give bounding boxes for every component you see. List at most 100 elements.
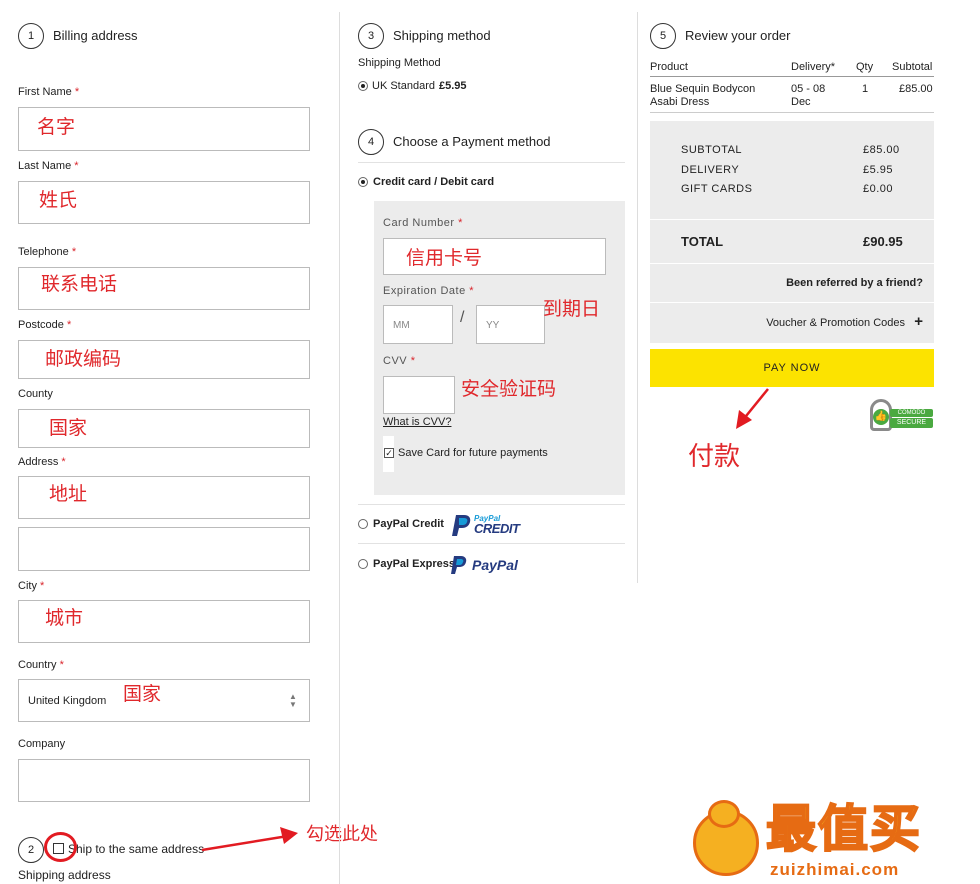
paypal-p-icon xyxy=(452,515,471,536)
payment-divider-3 xyxy=(358,543,625,544)
shipping-option-name: UK Standard xyxy=(372,80,435,92)
paypal-credit-logo-bottom: CREDIT xyxy=(474,521,520,536)
step-5-circle: 5 xyxy=(650,23,676,49)
item-qty: 1 xyxy=(862,83,869,95)
first-name-label: First Name * xyxy=(18,86,80,98)
col-header-delivery: Delivery* xyxy=(791,61,836,73)
telephone-input[interactable]: 联系电话 xyxy=(18,267,310,310)
watermark-domain: zuizhimai.com xyxy=(770,860,900,879)
item-subtotal: £85.00 xyxy=(899,83,933,95)
total-label: TOTAL xyxy=(681,234,724,249)
step-1-circle: 1 xyxy=(18,23,44,49)
watermark-brand: 最值买 xyxy=(765,799,922,859)
comodo-secure-badge: 👍 COMODO SECURE xyxy=(870,397,934,433)
billing-title: Billing address xyxy=(53,28,138,43)
address-note: 地址 xyxy=(49,483,88,505)
pay-note: 付款 xyxy=(688,442,741,472)
telephone-note: 联系电话 xyxy=(41,273,118,295)
plus-icon[interactable]: + xyxy=(914,313,923,330)
address-line1-input[interactable]: 地址 xyxy=(18,476,310,519)
col-header-subtotal: Subtotal xyxy=(892,61,933,73)
highlight-circle xyxy=(44,832,77,862)
telephone-label: Telephone * xyxy=(18,246,77,258)
card-number-label: Card Number * xyxy=(383,217,463,229)
county-label: County xyxy=(18,388,53,400)
save-card-checkbox[interactable]: ✓ xyxy=(384,448,394,458)
card-number-note: 信用卡号 xyxy=(406,247,483,269)
gourd-top-icon xyxy=(708,800,740,828)
shipping-option-price: £5.95 xyxy=(438,80,467,92)
step-4-circle: 4 xyxy=(358,129,384,155)
thumbs-up-icon: 👍 xyxy=(873,409,889,425)
county-input[interactable]: 国家 xyxy=(18,409,310,448)
city-note: 城市 xyxy=(45,607,84,629)
shipping-option-uk-standard[interactable]: UK Standard £5.95 xyxy=(358,80,467,92)
item-product[interactable]: Blue Sequin Bodycon Asabi Dress xyxy=(650,83,785,109)
city-input[interactable]: 城市 xyxy=(18,600,310,643)
address-line2-input[interactable] xyxy=(18,527,310,571)
cvv-label: CVV * xyxy=(383,355,416,367)
card-form-panel: Card Number * 信用卡号 Expiration Date * MM … xyxy=(374,201,625,495)
annotation-arrow-icon xyxy=(201,827,298,852)
shipping-address-title: Shipping address xyxy=(18,868,111,882)
expiration-label: Expiration Date * xyxy=(383,285,475,297)
payment-option-card[interactable]: Credit card / Debit card xyxy=(358,176,494,188)
summary-divider-2 xyxy=(650,263,934,264)
zuizhimai-watermark: 最值买 zuizhimai.com xyxy=(690,799,975,882)
country-label: Country * xyxy=(18,659,64,671)
col-header-qty: Qty xyxy=(856,61,874,73)
country-value: United Kingdom xyxy=(28,695,107,707)
comodo-text: COMODO xyxy=(890,409,933,417)
table-header-divider xyxy=(650,76,934,77)
country-select[interactable]: United Kingdom ▲ ▼ xyxy=(18,679,310,722)
pay-now-button[interactable]: PAY NOW xyxy=(650,349,934,387)
first-name-input[interactable]: 名字 xyxy=(18,107,310,151)
paypal-express-radio[interactable] xyxy=(358,559,368,569)
what-is-cvv-link[interactable]: What is CVV? xyxy=(383,416,451,428)
gift-cards-label: GIFT CARDS xyxy=(681,183,753,195)
step-2-circle: 2 xyxy=(18,837,44,863)
city-label: City * xyxy=(18,580,45,592)
step-3-circle: 3 xyxy=(358,23,384,49)
review-title: Review your order xyxy=(685,28,791,43)
delivery-value: £5.95 xyxy=(863,164,894,176)
address-label: Address * xyxy=(18,456,66,468)
delivery-label: DELIVERY xyxy=(681,164,740,176)
gift-cards-value: £0.00 xyxy=(863,183,894,195)
postcode-label: Postcode * xyxy=(18,319,72,331)
column-divider-2 xyxy=(637,12,638,583)
expiry-month-input[interactable]: MM xyxy=(383,305,453,344)
card-radio[interactable] xyxy=(358,177,368,187)
last-name-input[interactable]: 姓氏 xyxy=(18,181,310,224)
shipping-method-subtitle: Shipping Method xyxy=(358,57,441,69)
payment-divider-2 xyxy=(358,504,625,505)
voucher-codes-toggle[interactable]: Voucher & Promotion Codes xyxy=(766,317,905,329)
postcode-input[interactable]: 邮政编码 xyxy=(18,340,310,379)
payment-option-paypal-credit[interactable]: PayPal Credit xyxy=(358,518,444,530)
shipping-radio[interactable] xyxy=(358,81,368,91)
summary-divider xyxy=(650,219,934,220)
summary-divider-3 xyxy=(650,302,934,303)
shipping-method-title: Shipping method xyxy=(393,28,491,43)
subtotal-label: SUBTOTAL xyxy=(681,144,743,156)
total-value: £90.95 xyxy=(863,234,903,249)
paypal-credit-label: PayPal Credit xyxy=(373,518,444,530)
column-divider-1 xyxy=(339,12,340,884)
paypal-express-label: PayPal Express xyxy=(373,558,455,570)
first-name-note: 名字 xyxy=(37,116,76,138)
paypal-p-icon-2 xyxy=(451,556,467,574)
cvv-input[interactable] xyxy=(383,376,455,414)
select-arrows-icon: ▲ ▼ xyxy=(289,692,297,709)
last-name-label: Last Name * xyxy=(18,160,79,172)
payment-option-paypal-express[interactable]: PayPal Express xyxy=(358,558,455,570)
company-input[interactable] xyxy=(18,759,310,802)
card-number-input[interactable]: 信用卡号 xyxy=(383,238,606,275)
save-card-label: Save Card for future payments xyxy=(398,447,548,459)
expiry-year-input[interactable]: YY xyxy=(476,305,545,344)
referred-friend-link[interactable]: Been referred by a friend? xyxy=(786,277,923,289)
paypal-credit-radio[interactable] xyxy=(358,519,368,529)
paypal-logo: PayPal xyxy=(472,557,518,573)
subtotal-value: £85.00 xyxy=(863,144,900,156)
order-summary-panel: SUBTOTAL £85.00 DELIVERY £5.95 GIFT CARD… xyxy=(650,121,934,343)
secure-text: SECURE xyxy=(890,418,933,428)
